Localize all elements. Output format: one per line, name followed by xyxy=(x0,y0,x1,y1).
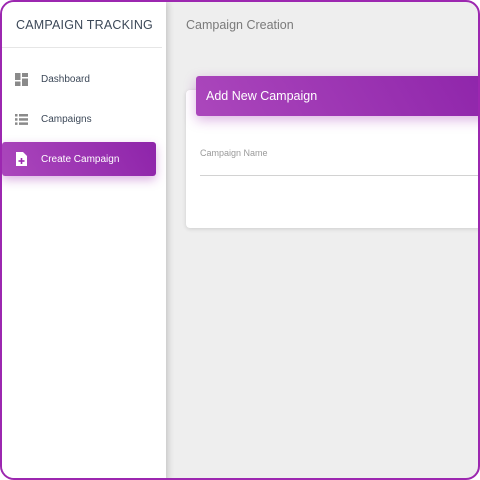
sidebar-item-label: Dashboard xyxy=(41,73,90,85)
brand-title: CAMPAIGN TRACKING xyxy=(2,2,162,48)
campaign-name-label: Campaign Name xyxy=(200,148,268,158)
page-title: Campaign Creation xyxy=(186,18,294,32)
sidebar-item-dashboard[interactable]: Dashboard xyxy=(2,62,156,96)
sidebar: CAMPAIGN TRACKING Dashboard Campaigns Cr… xyxy=(2,2,166,478)
dashboard-icon xyxy=(14,72,28,86)
list-icon xyxy=(14,112,28,126)
sidebar-item-label: Create Campaign xyxy=(41,153,120,165)
sidebar-item-label: Campaigns xyxy=(41,113,92,125)
new-file-icon xyxy=(14,152,28,166)
sidebar-nav: Dashboard Campaigns Create Campaign xyxy=(2,62,166,176)
campaign-name-field: Campaign Name xyxy=(200,148,478,176)
card-header: Add New Campaign xyxy=(196,76,478,116)
app-window: CAMPAIGN TRACKING Dashboard Campaigns Cr… xyxy=(0,0,480,480)
campaign-name-input[interactable] xyxy=(200,164,478,176)
sidebar-item-campaigns[interactable]: Campaigns xyxy=(2,102,156,136)
sidebar-item-create-campaign[interactable]: Create Campaign xyxy=(2,142,156,176)
